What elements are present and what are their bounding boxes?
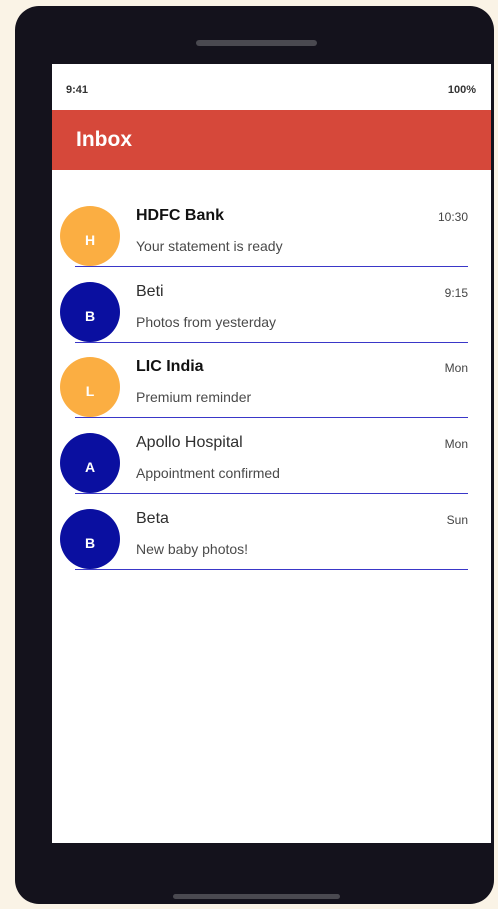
battery-level: 100% [447, 84, 476, 96]
status-time: 9:41 [66, 84, 89, 96]
message-time: Mon [444, 361, 468, 375]
divider [75, 266, 468, 267]
app-bar: Inbox [52, 110, 491, 170]
divider [75, 569, 468, 570]
message-item[interactable]: B Beta Sun New baby photos! [52, 503, 491, 579]
avatar: B [60, 509, 120, 569]
avatar: L [60, 357, 120, 417]
status-bar: 9:41 100% [52, 64, 491, 110]
divider [75, 493, 468, 494]
sender-name: HDFC Bank [136, 207, 225, 224]
avatar: H [60, 206, 120, 266]
avatar-initial: H [84, 232, 96, 248]
sender-name: LIC India [136, 358, 204, 375]
message-time: Mon [444, 437, 468, 451]
message-preview: Premium reminder [136, 389, 252, 405]
sender-name: Beti [136, 283, 164, 300]
divider [75, 417, 468, 418]
phone-frame: 9:41 100% Inbox H HDFC Bank 10:30 Your s… [15, 6, 494, 904]
sender-name: Beta [136, 510, 169, 527]
avatar-initial: A [84, 459, 96, 475]
message-item[interactable]: B Beti 9:15 Photos from yesterday [52, 276, 491, 352]
avatar: A [60, 433, 120, 493]
message-time: 10:30 [437, 210, 468, 224]
message-time: 9:15 [444, 286, 468, 300]
avatar-initial: B [84, 535, 96, 551]
message-preview: Photos from yesterday [136, 314, 277, 330]
sender-name: Apollo Hospital [136, 434, 243, 451]
message-item[interactable]: A Apollo Hospital Mon Appointment confir… [52, 427, 491, 503]
avatar: B [60, 282, 120, 342]
page-title: Inbox [76, 128, 132, 151]
divider [75, 342, 468, 343]
message-item[interactable]: H HDFC Bank 10:30 Your statement is read… [52, 200, 491, 276]
phone-speaker [196, 40, 317, 46]
message-preview: Your statement is ready [136, 238, 283, 254]
avatar-initial: L [85, 383, 95, 399]
avatar-initial: B [84, 308, 96, 324]
message-preview: Appointment confirmed [136, 465, 280, 481]
screen: 9:41 100% Inbox H HDFC Bank 10:30 Your s… [52, 64, 491, 843]
home-indicator[interactable] [173, 894, 340, 899]
message-time: Sun [446, 513, 468, 527]
message-item[interactable]: L LIC India Mon Premium reminder [52, 351, 491, 427]
message-preview: New baby photos! [136, 541, 249, 557]
